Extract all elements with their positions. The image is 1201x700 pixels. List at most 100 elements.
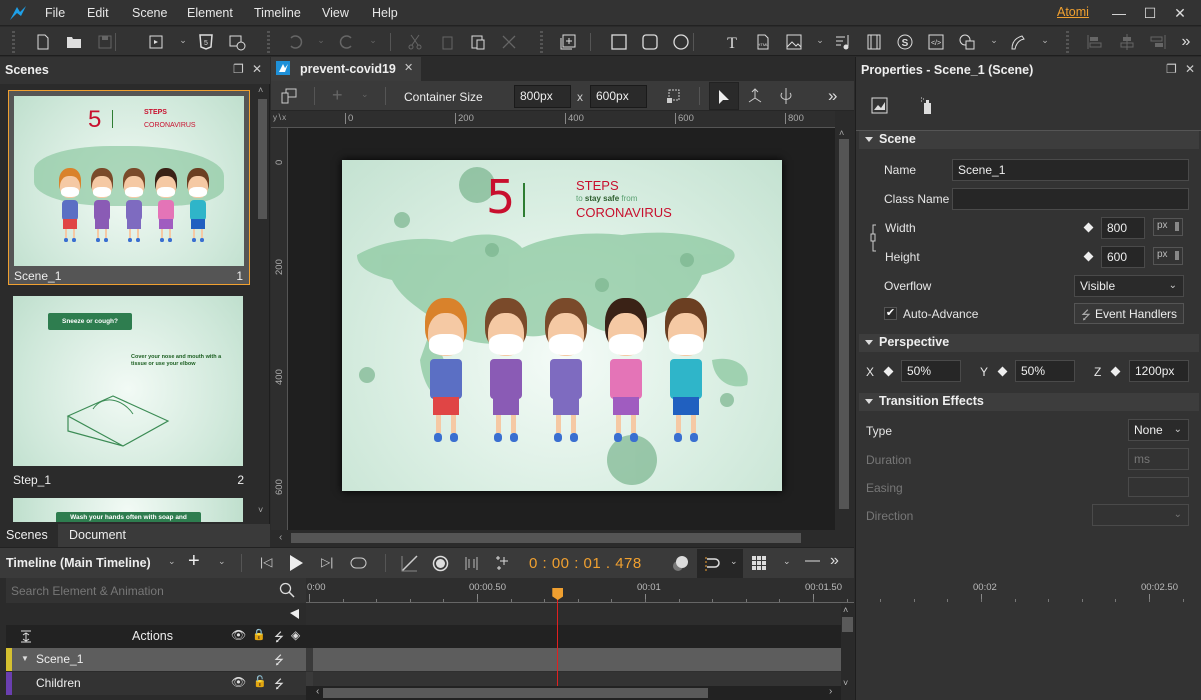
menu-element[interactable]: Element — [187, 6, 233, 20]
stage-subtitle[interactable]: to stay safe from — [576, 194, 637, 203]
video-tool[interactable] — [863, 31, 885, 53]
rounded-rectangle-tool[interactable] — [639, 31, 661, 53]
container-width-input[interactable]: 800px — [514, 85, 571, 108]
html-tool[interactable]: HTML — [752, 31, 774, 53]
shapes-dropdown[interactable]: ⌄ — [989, 35, 999, 45]
width-input[interactable]: 800 — [1101, 217, 1145, 239]
new-file-button[interactable] — [32, 31, 54, 53]
float-panel-icon[interactable]: ❐ — [233, 62, 244, 76]
snap-dropdown[interactable]: ⌄ — [730, 556, 738, 567]
menu-view[interactable]: View — [322, 6, 349, 20]
embed-code-tool[interactable]: </> — [925, 31, 947, 53]
canvas-horizontal-scrollbar[interactable]: ‹ — [271, 530, 854, 547]
auto-advance-checkbox[interactable]: ✔ — [884, 307, 897, 320]
scroll-up-icon[interactable]: ˄ — [839, 128, 844, 138]
layer-row-scene-1[interactable]: ▼ Scene_1 ⭍ — [6, 648, 306, 671]
add-timeline-dropdown[interactable]: ⌄ — [218, 556, 226, 567]
symbol-tool[interactable]: S — [894, 31, 916, 53]
maximize-button[interactable]: ☐ — [1140, 4, 1160, 22]
scene-name-input[interactable]: Scene_1 — [952, 159, 1189, 181]
layer-row-children[interactable]: Children 👁 🔓 ⭍ — [6, 672, 306, 695]
rotate-3d-icon[interactable] — [777, 87, 795, 105]
align-left-button[interactable] — [1084, 31, 1106, 53]
open-button[interactable] — [63, 31, 85, 53]
timeline-vertical-scrollbar[interactable]: ˄ ˅ — [841, 603, 854, 700]
undo-button[interactable] — [284, 31, 306, 53]
document-tab[interactable]: prevent-covid19 ✕ — [271, 57, 421, 81]
transition-type-select[interactable]: None ⌄ — [1128, 419, 1189, 441]
shapes-tool[interactable] — [956, 31, 978, 53]
go-to-start-button[interactable]: |◁ — [260, 555, 272, 569]
play-button[interactable] — [288, 554, 304, 572]
actions-row[interactable]: Actions 👁 🔒 ⭍ ◈ — [6, 625, 306, 648]
ellipse-tool[interactable] — [670, 31, 692, 53]
add-timeline-button[interactable]: + — [188, 550, 200, 573]
undo-dropdown[interactable]: ⌄ — [316, 35, 326, 45]
add-scene-button[interactable] — [557, 31, 579, 53]
scene-thumbnail-2[interactable]: Sneeze or cough? Cover your nose and mou… — [8, 293, 250, 488]
minimize-button[interactable]: — — [1109, 4, 1129, 22]
perspective-z-input[interactable]: 1200px — [1129, 360, 1189, 382]
toolbar-grip[interactable] — [267, 31, 270, 53]
collapse-left-icon[interactable] — [290, 609, 300, 619]
stage-scene-1[interactable]: 5 STEPS to stay safe from CORONAVIRUS — [342, 160, 782, 491]
scroll-right-icon[interactable]: › — [829, 686, 832, 697]
stage-steps-text[interactable]: STEPS — [576, 178, 619, 193]
pen-tool[interactable] — [1007, 31, 1029, 53]
toolbar-grip[interactable] — [540, 31, 543, 53]
height-input[interactable]: 600 — [1101, 246, 1145, 268]
zoom-out-button[interactable]: — — [805, 552, 820, 569]
scenes-scrollbar[interactable]: ˄ ˅ — [256, 85, 268, 517]
audio-tool[interactable] — [832, 31, 854, 53]
current-time-display[interactable]: 0 : 00 : 01 . 478 — [529, 555, 642, 572]
lightning-icon[interactable]: ⭍ — [274, 628, 284, 649]
loop-button[interactable] — [350, 556, 368, 570]
canvas-vertical-scrollbar[interactable]: ˄ — [835, 111, 854, 530]
close-tab-icon[interactable]: ✕ — [404, 61, 413, 74]
lock-all-icon[interactable]: 🔒 — [252, 628, 266, 641]
float-panel-icon[interactable]: ❐ — [1166, 62, 1177, 76]
timeline-overflow-button[interactable]: » — [830, 552, 839, 570]
perspective-y-input[interactable]: 50% — [1015, 360, 1075, 382]
section-perspective[interactable]: Perspective — [859, 334, 1199, 352]
image-dropdown[interactable]: ⌄ — [815, 35, 825, 45]
section-scene[interactable]: Scene — [859, 131, 1199, 149]
menu-edit[interactable]: Edit — [87, 6, 109, 20]
breakpoint-dropdown[interactable]: ⌄ — [361, 89, 369, 100]
scroll-down-icon[interactable]: ˅ — [258, 505, 263, 515]
scene-properties-tab-icon[interactable] — [871, 97, 888, 114]
redo-dropdown[interactable]: ⌄ — [368, 35, 378, 45]
menu-help[interactable]: Help — [372, 6, 398, 20]
keyframe-mode-button[interactable] — [463, 555, 480, 572]
overflow-select[interactable]: Visible ⌄ — [1074, 275, 1184, 297]
export-html5-button[interactable]: 5 — [195, 31, 217, 53]
easing-input[interactable] — [1128, 477, 1189, 497]
keyframe-diamond-icon[interactable] — [997, 366, 1008, 377]
timeline-ruler[interactable]: 0:0000:00.5000:0100:01.5000:0200:02.5000… — [306, 578, 1184, 603]
menu-timeline[interactable]: Timeline — [254, 6, 301, 20]
record-button[interactable] — [432, 555, 449, 572]
scrollbar-thumb[interactable] — [291, 533, 801, 543]
rectangle-tool[interactable] — [608, 31, 630, 53]
select-tool-button[interactable] — [709, 82, 739, 110]
scrollbar-thumb[interactable] — [323, 688, 708, 698]
grid-button[interactable] — [752, 556, 767, 571]
canvas-area[interactable]: 5 STEPS to stay safe from CORONAVIRUS — [288, 128, 835, 530]
effects-button[interactable] — [494, 554, 512, 572]
lightning-icon[interactable]: ⭍ — [274, 675, 284, 696]
keyframe-diamond-icon[interactable] — [1083, 222, 1094, 233]
scroll-down-icon[interactable]: ˅ — [843, 678, 848, 688]
menu-file[interactable]: File — [45, 6, 65, 20]
toolbar-grip[interactable] — [12, 31, 15, 53]
perspective-x-input[interactable]: 50% — [901, 360, 961, 382]
keyframe-diamond-icon[interactable]: ◈ — [291, 628, 300, 642]
visibility-all-icon[interactable]: 👁 — [231, 628, 246, 642]
unlock-icon[interactable]: 🔓 — [253, 675, 267, 688]
children-illustration[interactable] — [416, 298, 716, 443]
scrollbar-thumb[interactable] — [258, 99, 267, 219]
transform-3d-icon[interactable] — [746, 87, 764, 105]
go-to-end-button[interactable]: ▷| — [321, 555, 333, 569]
timeline-tracks[interactable]: 0:0000:00.5000:0100:01.5000:0200:02.5000… — [306, 578, 1184, 700]
pen-dropdown[interactable]: ⌄ — [1040, 35, 1050, 45]
add-breakpoint-icon[interactable]: + — [332, 85, 343, 106]
